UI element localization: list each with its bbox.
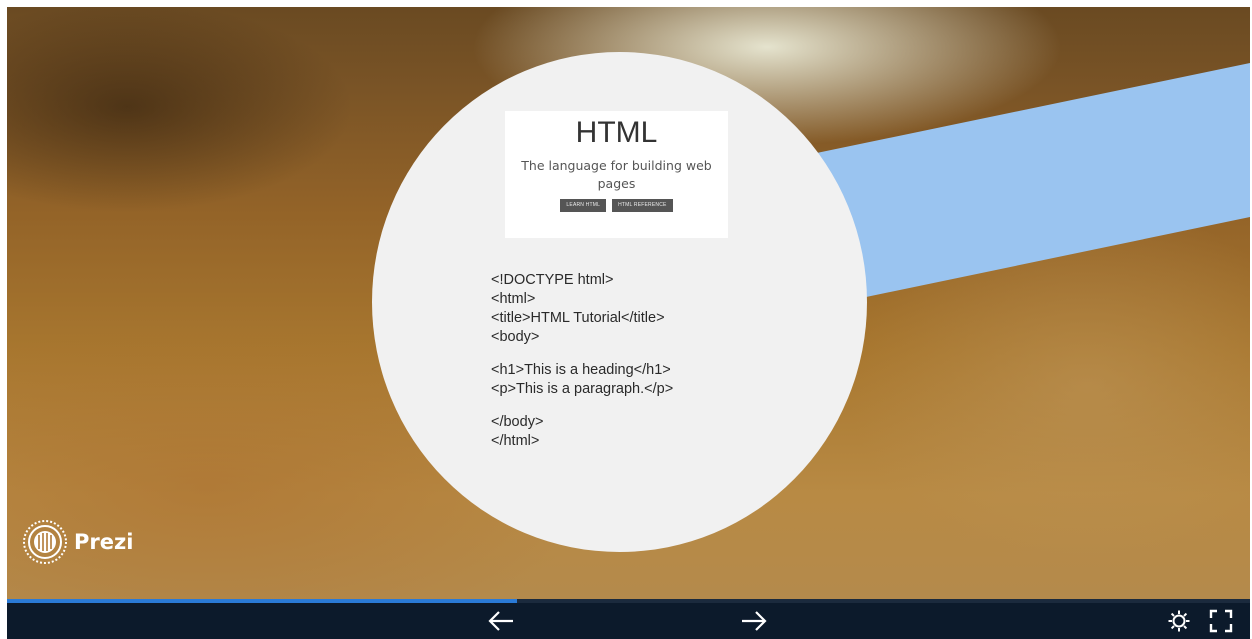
code-line: <title>HTML Tutorial</title>	[491, 310, 665, 326]
code-sample: <!DOCTYPE html> <html> <title>HTML Tutor…	[491, 271, 673, 451]
code-line: </html>	[491, 433, 540, 449]
slide-canvas: HTML The language for building web pages…	[7, 7, 1250, 602]
prezi-logo[interactable]: Prezi	[22, 515, 133, 569]
html-card-subtitle: The language for building web pages	[521, 158, 712, 191]
previous-button[interactable]	[479, 603, 523, 639]
code-line: <body>	[491, 329, 540, 345]
html-card-title: HTML	[575, 116, 658, 149]
html-reference-button: HTML REFERENCE	[612, 199, 673, 212]
prezi-logo-icon	[23, 520, 67, 564]
code-line: <!DOCTYPE html>	[491, 272, 614, 288]
code-line: <html>	[491, 291, 536, 307]
learn-html-button: LEARN HTML	[560, 199, 607, 212]
next-button[interactable]	[732, 603, 776, 639]
prezi-logo-text: Prezi	[74, 530, 134, 554]
code-line: </body>	[491, 414, 544, 430]
arrow-right-icon	[742, 611, 767, 631]
bottom-toolbar	[7, 603, 1250, 639]
code-line: <h1>This is a heading</h1>	[491, 362, 671, 378]
html-card-image: HTML The language for building web pages…	[505, 111, 728, 238]
settings-button[interactable]	[1161, 603, 1197, 639]
gear-icon	[1168, 610, 1190, 632]
arrow-left-icon	[488, 611, 513, 631]
fullscreen-button[interactable]	[1201, 603, 1241, 639]
fullscreen-icon	[1209, 609, 1233, 633]
code-line: <p>This is a paragraph.</p>	[491, 381, 674, 397]
presentation-viewer: HTML The language for building web pages…	[7, 7, 1250, 639]
html-card-buttons: LEARN HTML HTML REFERENCE	[505, 199, 728, 212]
